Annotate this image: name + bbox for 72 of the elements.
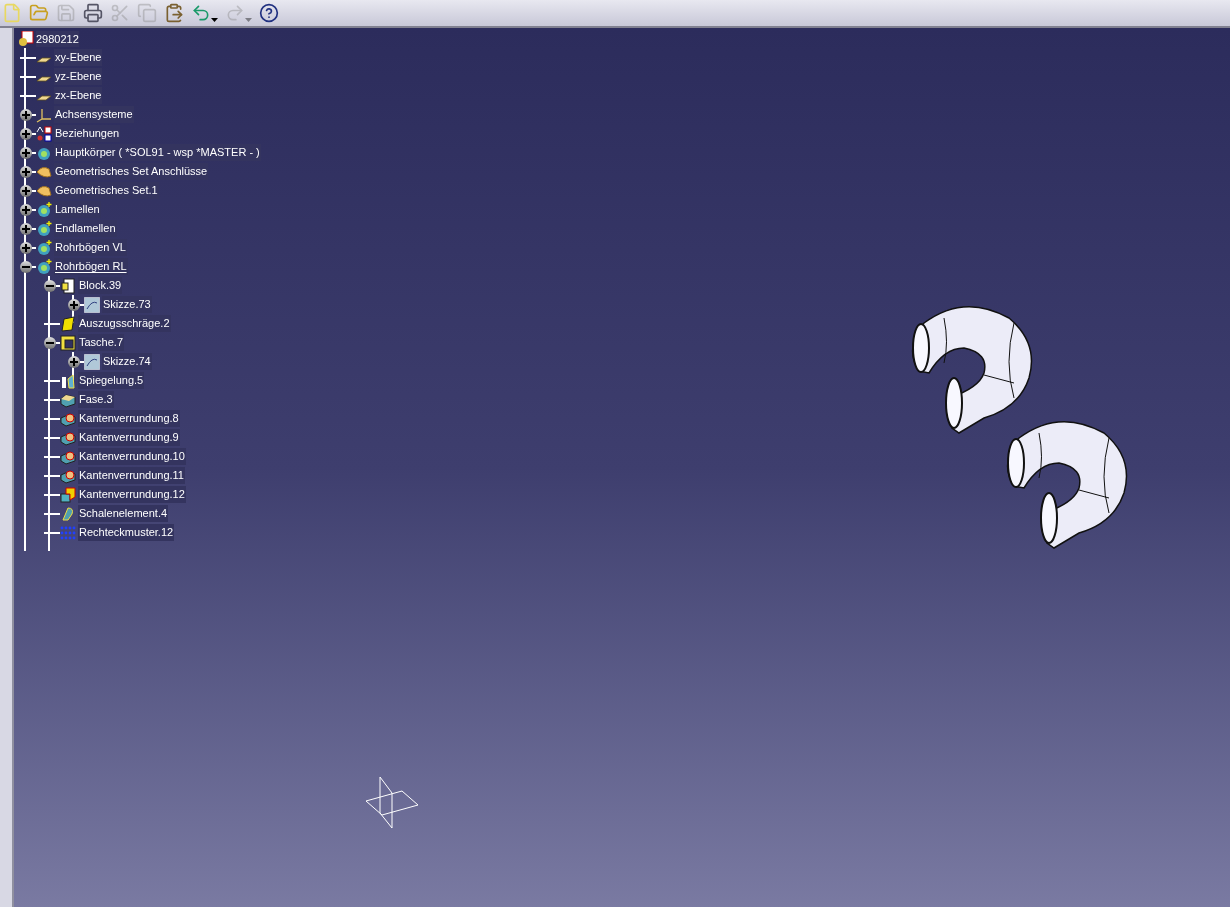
shell-icon — [60, 505, 76, 522]
collapse-toggle[interactable] — [20, 260, 32, 273]
tree-item-label[interactable]: Fase.3 — [78, 391, 114, 408]
caret-icon[interactable] — [211, 18, 218, 22]
expand-toggle[interactable] — [20, 165, 32, 178]
expand-toggle[interactable] — [20, 127, 32, 140]
tree-item-label[interactable]: Endlamellen — [54, 220, 117, 237]
paste-button[interactable] — [164, 3, 184, 23]
undo-icon — [191, 3, 211, 23]
printer-icon — [83, 3, 103, 23]
part-icon — [18, 31, 34, 47]
draft-icon — [60, 315, 76, 332]
expand-toggle[interactable] — [20, 222, 32, 235]
tree-item-label[interactable]: Tasche.7 — [78, 334, 125, 351]
tree-item-label[interactable]: Auszugsschräge.2 — [78, 315, 171, 332]
tree-item-label[interactable]: Block.39 — [78, 277, 123, 294]
redo-icon — [225, 3, 245, 23]
expand-toggle[interactable] — [20, 108, 32, 121]
tree-item-label[interactable]: xy-Ebene — [54, 49, 103, 66]
tree-item-label[interactable]: yz-Ebene — [54, 68, 103, 85]
pocket-icon — [60, 334, 76, 351]
tree-item-label[interactable]: Rohrbögen VL — [54, 239, 127, 256]
scissors-icon — [110, 3, 130, 23]
expand-toggle[interactable] — [20, 146, 32, 159]
tree-item-label[interactable]: Geometrisches Set.1 — [54, 182, 159, 199]
tree-item-label[interactable]: zx-Ebene — [54, 87, 103, 104]
undo-button[interactable] — [191, 3, 218, 23]
tree-item-label[interactable]: Beziehungen — [54, 125, 121, 142]
help-button[interactable] — [259, 3, 279, 23]
tree-item-label[interactable]: Skizze.73 — [102, 296, 152, 313]
sketch-icon — [84, 296, 100, 313]
tree-item-label[interactable]: Kantenverrundung.10 — [78, 448, 186, 465]
fillet-icon — [60, 486, 76, 503]
relations-icon — [36, 125, 52, 142]
save-icon — [56, 3, 76, 23]
tree-item-label[interactable]: Lamellen — [54, 201, 101, 218]
expand-toggle[interactable] — [68, 355, 80, 368]
new-file-icon — [2, 3, 22, 23]
folder-icon — [29, 3, 49, 23]
fillet-icon — [60, 410, 76, 427]
tree-item-label[interactable]: Schalenelement.4 — [78, 505, 169, 522]
copy-icon — [137, 3, 157, 23]
plane-icon — [36, 94, 52, 101]
paste-icon — [164, 3, 184, 23]
expand-toggle[interactable] — [20, 203, 32, 216]
help-icon — [259, 3, 279, 23]
tree-item-label[interactable]: Kantenverrundung.11 — [78, 467, 185, 484]
collapse-toggle[interactable] — [44, 336, 56, 349]
pattern-icon — [60, 524, 76, 541]
plane-icon — [36, 75, 52, 82]
fillet-icon — [60, 467, 76, 484]
tree-item-label[interactable]: Achsensysteme — [54, 106, 134, 123]
expand-toggle[interactable] — [20, 184, 32, 197]
tree-item-label[interactable]: Kantenverrundung.12 — [78, 486, 186, 503]
tree-item-label[interactable]: Kantenverrundung.8 — [78, 410, 180, 427]
tree-item-label[interactable]: Skizze.74 — [102, 353, 152, 370]
expand-toggle[interactable] — [68, 298, 80, 311]
expand-toggle[interactable] — [20, 241, 32, 254]
tree-item-label[interactable]: Rohrbögen RL — [54, 258, 128, 275]
print-button[interactable] — [83, 3, 103, 23]
axis-icon — [36, 106, 52, 123]
tree-item-label[interactable]: Rechteckmuster.12 — [78, 524, 175, 541]
tree-item-label[interactable]: Hauptkörper ( *SOL91 - wsp *MASTER - ) — [54, 144, 261, 161]
collapse-toggle[interactable] — [44, 279, 56, 292]
tree-root-label[interactable]: 2980212 — [36, 30, 79, 48]
fillet-icon — [60, 448, 76, 465]
tree-item-label[interactable]: Kantenverrundung.9 — [78, 429, 180, 446]
fillet-icon — [60, 429, 76, 446]
sketch-icon — [84, 353, 100, 370]
tree-item-label[interactable]: Spiegelung.5 — [78, 372, 145, 389]
plane-icon — [36, 56, 52, 63]
chamfer-icon — [60, 391, 76, 408]
